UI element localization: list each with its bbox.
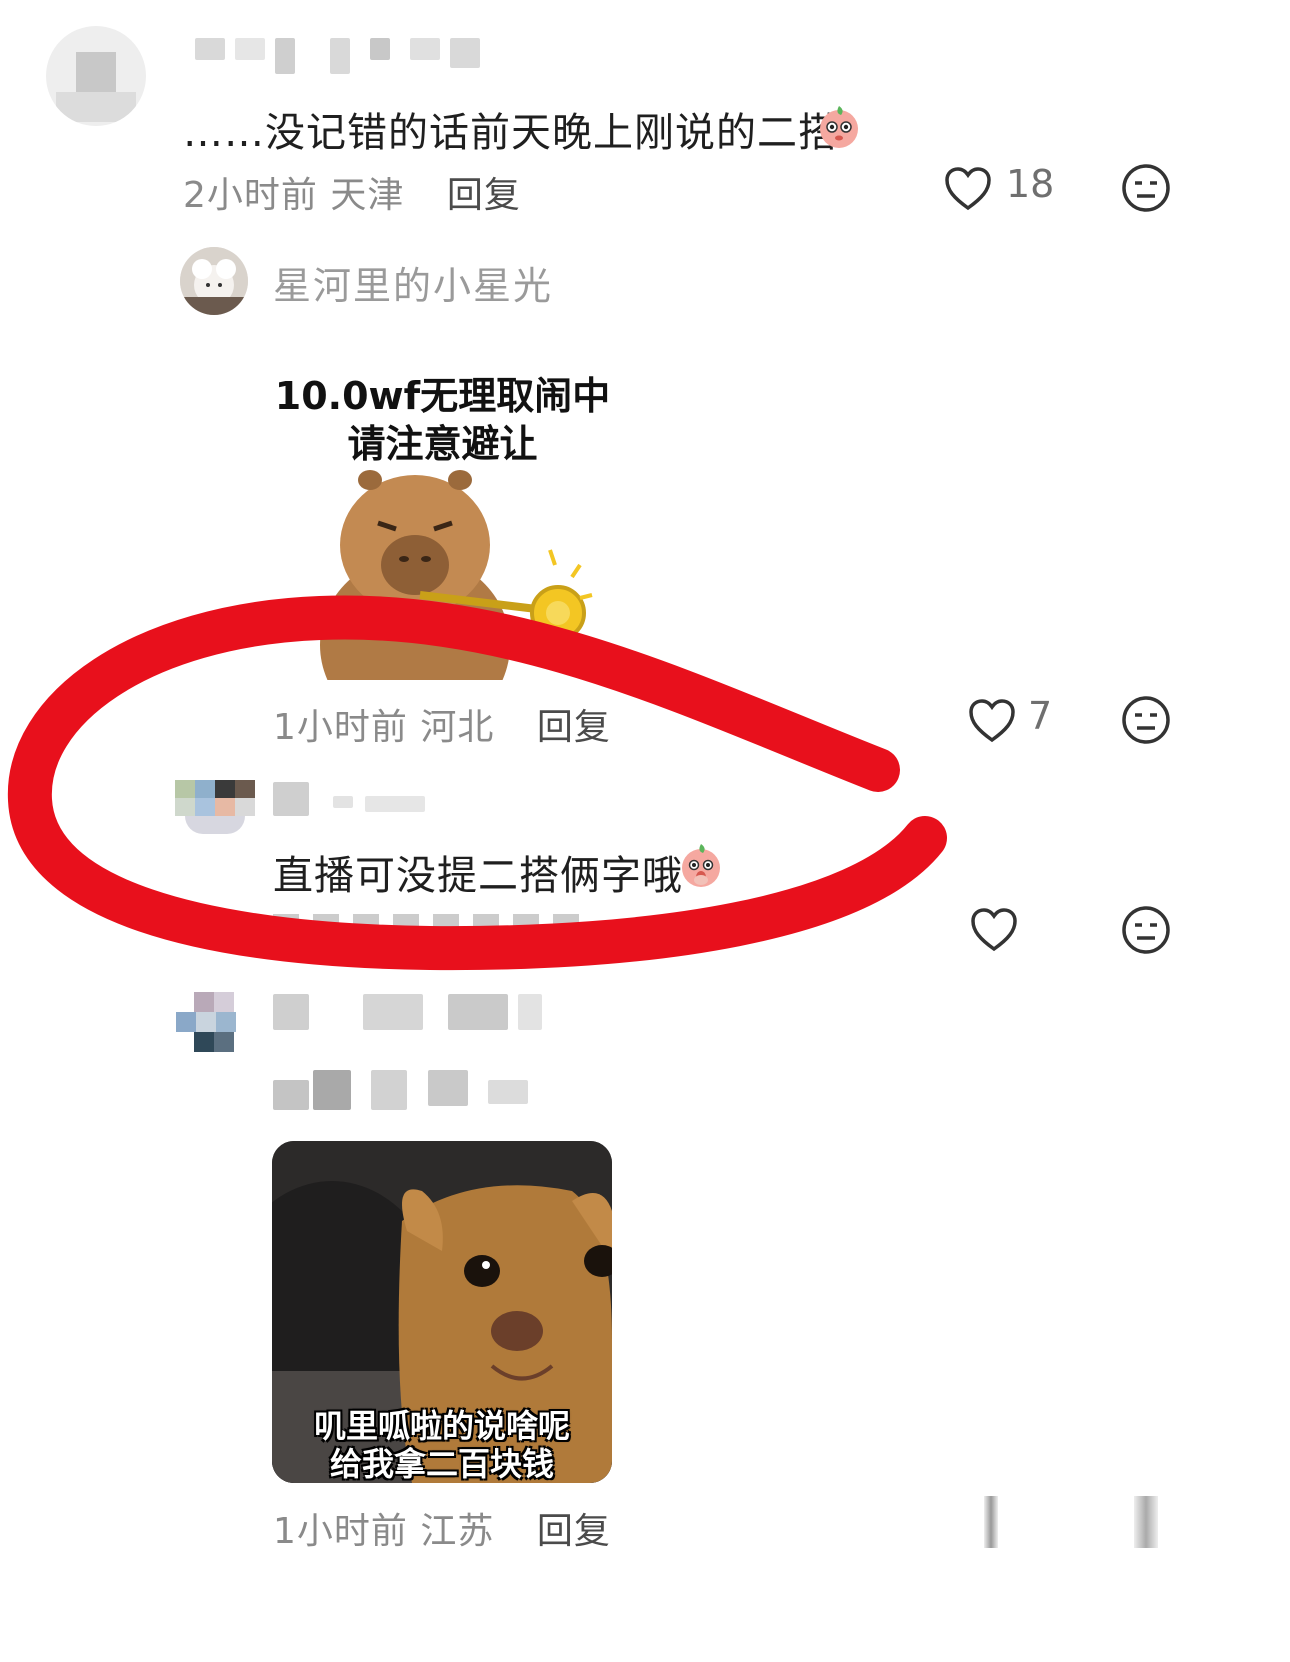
avatar[interactable] [46,26,146,126]
comment-location: 江苏 [420,1511,495,1552]
reply-button[interactable]: 回复 [447,175,521,216]
heart-icon [970,907,1018,953]
meh-face-icon [1121,695,1171,745]
comment-sticker[interactable]: 10.0wf无理取闹中 请注意避让 [270,365,615,680]
avatar[interactable] [175,780,255,836]
avatar[interactable] [180,247,248,315]
dislike-button-partial[interactable] [1134,1496,1158,1548]
heart-icon [944,166,992,212]
meh-face-icon [1121,905,1171,955]
comment-meta: 1小时前 江苏 回复 [273,1502,611,1554]
meme-caption-line2: 给我拿二百块钱 [329,1445,554,1483]
reply-button[interactable]: 回复 [537,707,611,748]
sticker-caption-line1: 10.0wf无理取闹中 [274,374,611,418]
dislike-button[interactable] [1121,163,1171,213]
comment-meta-obscured [273,908,593,930]
capybara-gong-illustration-icon [300,455,600,680]
dislike-button[interactable] [1121,905,1171,955]
username-blurred[interactable] [273,782,433,816]
dislike-button[interactable] [1121,695,1171,745]
like-count: 18 [1006,162,1055,206]
username-blurred[interactable] [195,38,495,74]
like-count: 7 [1028,694,1053,738]
like-button-partial[interactable] [984,1496,998,1548]
blushing-face-emoji-icon [815,102,863,150]
comment-meme-image[interactable]: 叽里呱啦的说啥呢 给我拿二百块钱 [272,1141,612,1483]
comment-time: 1小时前 [273,1511,408,1552]
meh-face-icon [1121,163,1171,213]
avatar[interactable] [176,992,252,1052]
shy-face-emoji-icon [677,839,725,891]
comment-text-blurred [273,1070,543,1110]
like-button[interactable] [970,907,1018,953]
comment-text: 直播可没提二搭俩字哦 [273,843,720,901]
comment-time: 2小时前 [183,175,318,216]
comment-location: 天津 [330,175,405,216]
username-blurred[interactable] [273,994,563,1030]
like-button[interactable]: 7 [968,694,1058,746]
heart-icon [968,698,1016,744]
comment-meta: 1小时前 河北 回复 [273,698,611,750]
username[interactable]: 星河里的小星光 [273,255,553,310]
like-button[interactable]: 18 [944,162,1054,214]
comment-location: 河北 [420,707,495,748]
comment-meta: 2小时前 天津 回复 [183,166,521,218]
comment-time: 1小时前 [273,707,408,748]
comment-text: ……没记错的话前天晚上刚说的二搭 [183,100,858,158]
reply-button[interactable]: 回复 [537,1511,611,1552]
